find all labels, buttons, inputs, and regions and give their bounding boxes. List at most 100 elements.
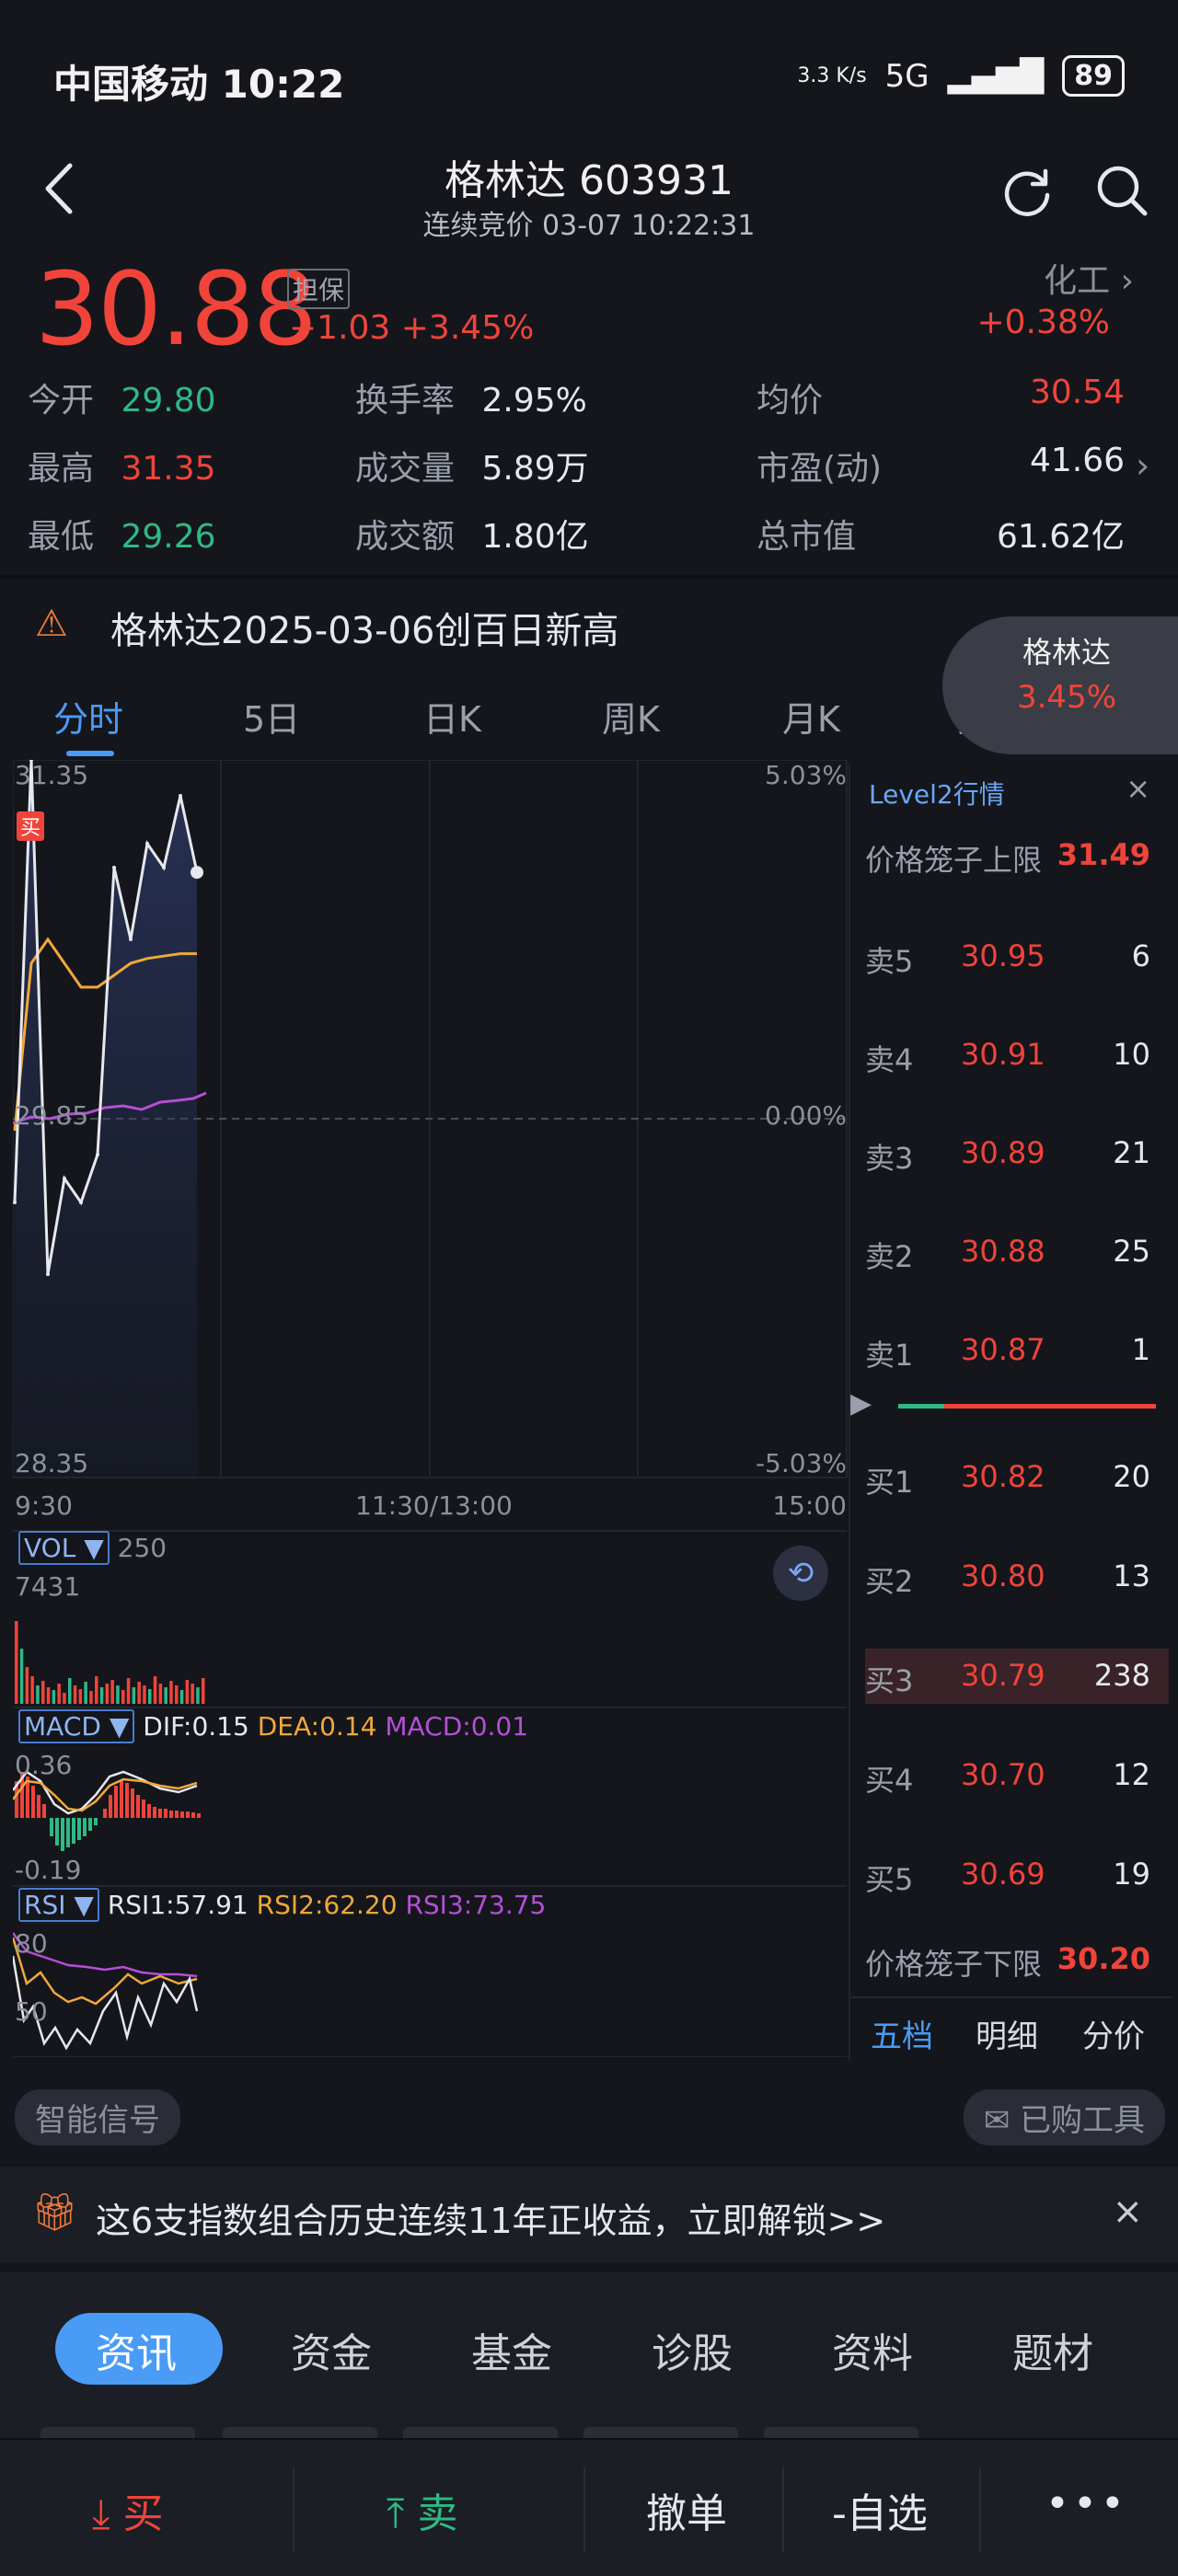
bid-price: 30.80: [961, 1558, 1045, 1593]
volume-bar: [30, 1676, 34, 1704]
intraday-chart[interactable]: 31.35 29.85 28.35 5.03% 0.00% -5.03% 9:3…: [11, 758, 850, 2058]
chevron-right-icon[interactable]: ›: [1136, 445, 1149, 486]
cancel-order-button[interactable]: 撤单: [646, 2480, 727, 2539]
volume-bar: [63, 1693, 66, 1704]
level2-panel: Level2行情 × 价格笼子上限 31.49 卖5 30.95 6 卖4 30.91 1…: [849, 764, 1172, 2061]
bid-label: 买1: [865, 1465, 914, 1500]
alarm-icon: ⚠: [35, 603, 68, 645]
buy-icon: ⤓: [92, 2490, 110, 2537]
tab-price-dist[interactable]: 分价: [1082, 2011, 1145, 2056]
stat-value: 31.35: [121, 450, 216, 488]
net-speed: 3.3 K/s: [797, 64, 867, 87]
volume-bar: [89, 1691, 93, 1704]
sector-link[interactable]: 化工 ›: [1044, 254, 1134, 302]
content-placeholder: [764, 2427, 918, 2438]
margin-badge: 担保: [287, 269, 351, 309]
chevron-right-icon: ›: [1120, 262, 1134, 300]
bid-row[interactable]: 买3 30.79 238: [865, 1649, 1169, 1704]
price-point-3: [63, 1177, 66, 1180]
ask-qty: 21: [1113, 1135, 1150, 1170]
vol-selector[interactable]: VOL ▼: [18, 1531, 110, 1565]
volume-bar: [84, 1682, 87, 1704]
stat-pe[interactable]: 市盈(动) 41.66: [756, 442, 1125, 489]
section-tabs: 资讯 资金 基金 诊股 资料 题材: [0, 2272, 1178, 2438]
macd-dif: DIF:0.15: [143, 1711, 249, 1742]
y-axis-bottom: 28.35: [15, 1448, 89, 1478]
tab-fund[interactable]: 基金: [471, 2320, 552, 2379]
volume-bar: [126, 1678, 131, 1704]
ask-label: 卖5: [865, 944, 914, 979]
cage-upper-label: 价格笼子上限: [865, 843, 1043, 878]
rotate-icon[interactable]: ⟲: [773, 1546, 828, 1601]
promo-text: 这6支指数组合历史连续11年正收益，立即解锁>>: [96, 2201, 886, 2241]
rsi-selector[interactable]: RSI ▼: [18, 1888, 99, 1922]
rsi-axis-50: 50: [15, 1996, 48, 2027]
price-point-5: [96, 1153, 99, 1156]
bid-price: 30.82: [961, 1459, 1045, 1494]
close-icon[interactable]: ×: [1126, 771, 1150, 806]
play-icon[interactable]: ▶: [850, 1387, 872, 1420]
smart-signal-button[interactable]: 智能信号: [15, 2089, 180, 2145]
refresh-icon[interactable]: [999, 164, 1055, 219]
stat-label: 市盈(动): [756, 450, 883, 488]
tab-intraday[interactable]: 分时: [53, 691, 123, 742]
purchased-tools-button[interactable]: ✉ 已购工具: [963, 2089, 1165, 2145]
volume-bar: [175, 1685, 179, 1704]
buy-marker[interactable]: 买: [17, 811, 45, 841]
promo-banner[interactable]: 🎁︎ 这6支指数组合历史连续11年正收益，立即解锁>> ×: [0, 2167, 1178, 2263]
sell-button[interactable]: ⤒ 卖: [387, 2480, 457, 2539]
buy-label: 买: [122, 2490, 164, 2537]
x-axis-mid: 11:30/13:00: [355, 1490, 513, 1521]
rsi3-value: RSI3:73.75: [405, 1890, 547, 1920]
watchlist-button[interactable]: -自选: [832, 2480, 928, 2539]
rsi-header: RSI ▼ RSI1:57.91 RSI2:62.20 RSI3:73.75: [18, 1888, 547, 1922]
vol-header: VOL ▼ 250: [18, 1531, 167, 1565]
volume-bar: [95, 1676, 98, 1704]
tab-diagnose[interactable]: 诊股: [652, 2320, 733, 2379]
tab-news[interactable]: 资讯: [96, 2320, 177, 2379]
tab-daily-k[interactable]: 日K: [423, 691, 481, 742]
buy-button[interactable]: ⤓ 买: [92, 2480, 163, 2539]
macd-selector[interactable]: MACD ▼: [18, 1709, 135, 1743]
stock-header: 格林达 603931 连续竞价 03-07 10:22:31: [0, 138, 1178, 258]
divider: [979, 2467, 981, 2552]
vol-max: 7431: [15, 1571, 81, 1602]
tab-5day[interactable]: 5日: [243, 691, 300, 742]
volume-bar: [46, 1687, 51, 1704]
mail-icon: ✉: [983, 2102, 1020, 2139]
volume-bar: [68, 1678, 72, 1704]
stat-label: 成交额: [355, 518, 456, 556]
tab-monthly-k[interactable]: 月K: [782, 691, 840, 742]
tab-theme[interactable]: 题材: [1012, 2320, 1093, 2379]
volume-bar: [15, 1621, 18, 1704]
volume-bar: [169, 1681, 173, 1704]
divider: [293, 2467, 294, 2552]
tab-details[interactable]: 明细: [976, 2011, 1038, 2056]
tab-capital[interactable]: 资金: [291, 2320, 372, 2379]
divider: [0, 575, 1178, 579]
rsi2-value: RSI2:62.20: [256, 1890, 398, 1920]
signals-row: 智能信号 ✉ 已购工具: [0, 2084, 1178, 2145]
pct-axis-mid: 0.00%: [765, 1100, 847, 1131]
y-axis-top: 31.35: [15, 760, 89, 790]
search-icon[interactable]: [1093, 162, 1150, 219]
tab-five-levels[interactable]: 五档: [871, 2011, 933, 2056]
bid-label: 买3: [865, 1663, 914, 1698]
content-placeholder: [583, 2427, 738, 2438]
tab-weekly-k[interactable]: 周K: [602, 691, 660, 742]
price-point-10: [179, 794, 182, 798]
sell-label: 卖: [417, 2490, 458, 2537]
bid-qty: 238: [1093, 1658, 1150, 1693]
volume-bar: [185, 1680, 190, 1704]
more-icon[interactable]: •••: [1045, 2480, 1128, 2527]
ask-qty: 25: [1113, 1234, 1150, 1269]
bid-label: 买5: [865, 1862, 914, 1897]
volume-bar: [99, 1687, 104, 1704]
floating-quote-card[interactable]: 格林达 3.45%: [942, 616, 1178, 754]
bid-qty: 20: [1113, 1459, 1150, 1494]
volume-bar: [116, 1685, 120, 1704]
close-icon[interactable]: ×: [1112, 2191, 1143, 2233]
tab-profile[interactable]: 资料: [832, 2320, 913, 2379]
rsi1-value: RSI1:57.91: [107, 1890, 248, 1920]
stat-label: 今开: [28, 382, 95, 420]
